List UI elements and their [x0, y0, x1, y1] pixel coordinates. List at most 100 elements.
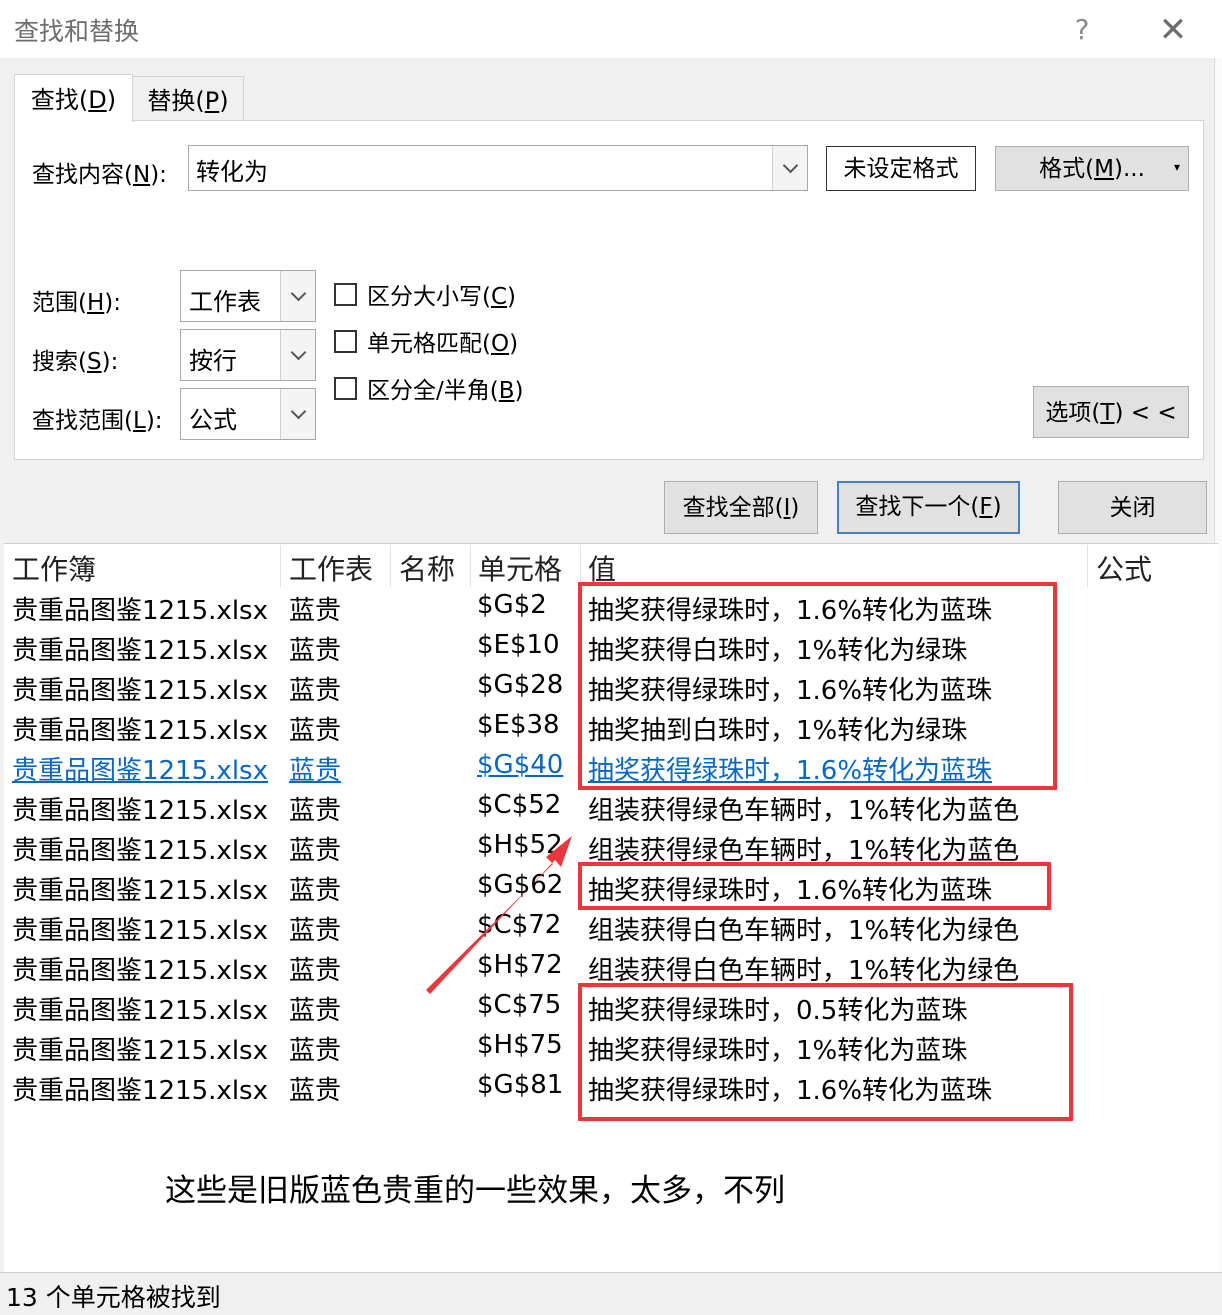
tab-replace-suffix: )	[219, 87, 229, 115]
row-cell[interactable]: $E$38	[477, 710, 560, 740]
match-case-key: C	[490, 284, 508, 310]
row-workbook[interactable]: 贵重品图鉴1215.xlsx	[12, 790, 268, 827]
row-cell[interactable]: $G$2	[477, 590, 547, 620]
column-separator[interactable]	[280, 545, 281, 587]
match-entire-cell-suffix: )	[509, 331, 519, 357]
tab-replace-key: P	[204, 87, 220, 115]
row-sheet[interactable]: 蓝贵	[289, 750, 341, 787]
match-case-option[interactable]: 区分大小写(C)	[334, 277, 516, 311]
row-cell[interactable]: $G$40	[477, 750, 563, 780]
row-cell[interactable]: $E$10	[477, 630, 560, 660]
row-workbook[interactable]: 贵重品图鉴1215.xlsx	[12, 870, 268, 907]
header-cell[interactable]: 单元格	[478, 548, 562, 588]
match-entire-cell-key: O	[490, 331, 510, 357]
row-sheet[interactable]: 蓝贵	[289, 950, 341, 987]
help-icon[interactable]: ?	[1062, 10, 1102, 50]
match-entire-cell-text: 单元格匹配(	[367, 331, 491, 357]
row-sheet[interactable]: 蓝贵	[289, 1030, 341, 1067]
format-button[interactable]: 格式(M)... ▾	[995, 146, 1189, 191]
status-bar: 13 个单元格被找到	[0, 1272, 1222, 1315]
row-cell[interactable]: $G$81	[477, 1070, 563, 1100]
options-button-label: 选项(	[1045, 400, 1101, 426]
find-what-key: N	[132, 162, 151, 188]
match-width-key: B	[498, 378, 515, 404]
find-next-button[interactable]: 查找下一个(F)	[837, 481, 1020, 534]
search-key: S	[86, 349, 102, 375]
header-formula[interactable]: 公式	[1096, 548, 1152, 588]
header-workbook[interactable]: 工作簿	[12, 548, 96, 588]
find-what-label: 查找内容(N):	[32, 155, 167, 189]
within-key: H	[86, 290, 105, 316]
tab-find[interactable]: 查找(D)	[14, 74, 133, 122]
row-workbook[interactable]: 贵重品图鉴1215.xlsx	[12, 830, 268, 867]
search-suffix: ):	[101, 349, 119, 375]
within-select[interactable]: 工作表	[180, 270, 316, 322]
row-workbook[interactable]: 贵重品图鉴1215.xlsx	[12, 590, 268, 627]
match-case-checkbox[interactable]	[334, 282, 357, 306]
tab-replace-label: 替换(	[147, 87, 205, 115]
tab-find-label: 查找(	[30, 86, 89, 114]
find-what-combobox[interactable]: 转化为	[188, 145, 808, 191]
title-bar: 查找和替换 ? ✕	[0, 0, 1222, 58]
row-workbook[interactable]: 贵重品图鉴1215.xlsx	[12, 710, 268, 747]
close-button[interactable]: 关闭	[1058, 481, 1207, 534]
row-value[interactable]: 组装获得绿色车辆时，1%转化为蓝色	[588, 790, 1019, 827]
find-next-label: 查找下一个(	[855, 494, 980, 520]
match-entire-cell-checkbox[interactable]	[334, 329, 357, 353]
look-in-select[interactable]: 公式	[180, 388, 316, 440]
row-value[interactable]: 组装获得白色车辆时，1%转化为绿色	[588, 950, 1019, 987]
column-separator[interactable]	[1087, 545, 1088, 587]
row-sheet[interactable]: 蓝贵	[289, 630, 341, 667]
row-workbook[interactable]: 贵重品图鉴1215.xlsx	[12, 990, 268, 1027]
column-separator[interactable]	[470, 545, 471, 587]
row-sheet[interactable]: 蓝贵	[289, 710, 341, 747]
row-value[interactable]: 组装获得白色车辆时，1%转化为绿色	[588, 910, 1019, 947]
row-workbook[interactable]: 贵重品图鉴1215.xlsx	[12, 1070, 268, 1107]
match-entire-cell-option[interactable]: 单元格匹配(O)	[334, 324, 518, 358]
tab-replace[interactable]: 替换(P)	[132, 76, 244, 120]
find-all-button[interactable]: 查找全部(I)	[664, 481, 818, 534]
find-next-suffix: )	[992, 494, 1002, 520]
find-what-input[interactable]: 转化为	[196, 152, 268, 187]
find-next-key: F	[979, 494, 993, 520]
row-workbook[interactable]: 贵重品图鉴1215.xlsx	[12, 670, 268, 707]
column-separator[interactable]	[580, 545, 581, 587]
chevron-down-icon	[290, 285, 306, 302]
row-cell[interactable]: $G$28	[477, 670, 563, 700]
chevron-down-icon	[782, 157, 798, 174]
chevron-down-icon	[290, 403, 306, 420]
column-separator[interactable]	[390, 545, 391, 587]
row-workbook[interactable]: 贵重品图鉴1215.xlsx	[12, 950, 268, 987]
search-dropdown[interactable]	[280, 330, 315, 380]
match-width-option[interactable]: 区分全/半角(B)	[334, 371, 524, 405]
within-label: 范围(H):	[32, 283, 121, 317]
header-name[interactable]: 名称	[399, 548, 455, 588]
options-button[interactable]: 选项(T) < <	[1033, 386, 1189, 438]
within-dropdown[interactable]	[280, 271, 315, 321]
header-sheet[interactable]: 工作表	[289, 548, 373, 588]
row-sheet[interactable]: 蓝贵	[289, 590, 341, 627]
row-cell[interactable]: $C$52	[477, 790, 561, 820]
row-sheet[interactable]: 蓝贵	[289, 790, 341, 827]
search-value: 按行	[189, 347, 237, 375]
row-cell[interactable]: $H$75	[477, 1030, 563, 1060]
row-sheet[interactable]: 蓝贵	[289, 830, 341, 867]
row-workbook[interactable]: 贵重品图鉴1215.xlsx	[12, 1030, 268, 1067]
find-what-text: 查找内容(	[32, 162, 133, 188]
arrow-icon	[426, 836, 572, 994]
row-sheet[interactable]: 蓝贵	[289, 870, 341, 907]
row-sheet[interactable]: 蓝贵	[289, 910, 341, 947]
look-in-suffix: ):	[145, 408, 163, 434]
options-button-suffix: ) < <	[1114, 400, 1177, 426]
row-sheet[interactable]: 蓝贵	[289, 1070, 341, 1107]
row-workbook[interactable]: 贵重品图鉴1215.xlsx	[12, 750, 268, 787]
row-sheet[interactable]: 蓝贵	[289, 670, 341, 707]
match-width-checkbox[interactable]	[334, 376, 357, 400]
find-what-dropdown[interactable]	[772, 146, 807, 190]
close-icon[interactable]: ✕	[1152, 10, 1194, 50]
row-workbook[interactable]: 贵重品图鉴1215.xlsx	[12, 630, 268, 667]
look-in-dropdown[interactable]	[280, 389, 315, 439]
search-select[interactable]: 按行	[180, 329, 316, 381]
row-workbook[interactable]: 贵重品图鉴1215.xlsx	[12, 910, 268, 947]
row-sheet[interactable]: 蓝贵	[289, 990, 341, 1027]
